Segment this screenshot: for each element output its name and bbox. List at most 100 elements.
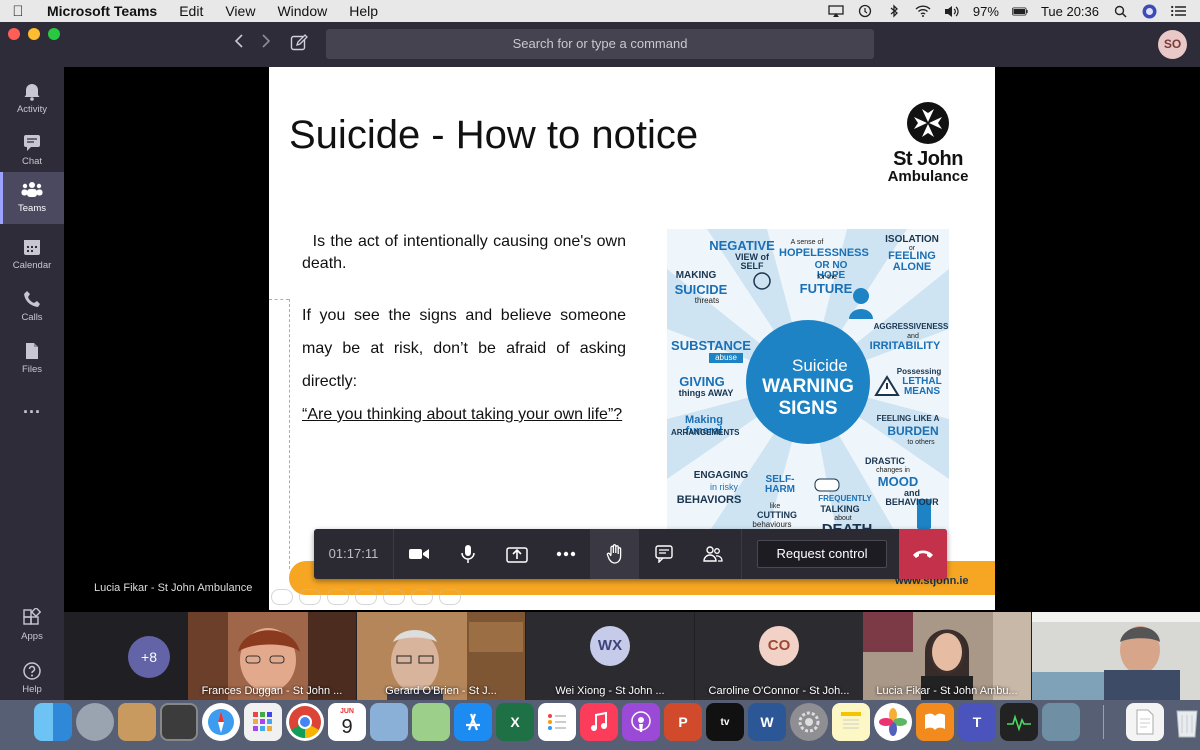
slide-next-button[interactable] [299, 589, 321, 605]
slide-pen-button[interactable] [327, 589, 349, 605]
notification-center-icon[interactable] [1170, 4, 1186, 18]
powerpoint-icon[interactable]: P [664, 703, 702, 741]
rail-item-activity[interactable]: Activity [0, 73, 64, 125]
raise-hand-button[interactable] [590, 529, 639, 579]
siri-icon[interactable] [1141, 4, 1157, 18]
apple-tv-icon[interactable]: tv [706, 703, 744, 741]
menu-edit[interactable]: Edit [168, 3, 214, 19]
reminders-icon[interactable] [538, 703, 576, 741]
dashed-guide-line [289, 299, 290, 569]
menu-view[interactable]: View [214, 3, 266, 19]
window-controls [8, 28, 60, 40]
maps-icon[interactable] [412, 703, 450, 741]
more-actions-button[interactable] [541, 529, 590, 579]
participant-name: Lucia Fikar - St John Ambu... [876, 685, 1018, 697]
excel-icon[interactable]: X [496, 703, 534, 741]
back-arrow-icon[interactable] [233, 32, 245, 55]
participant-name: Frances Duggan - St John ... [201, 685, 343, 697]
photo-booth-icon[interactable] [160, 703, 198, 741]
share-screen-button[interactable] [492, 529, 541, 579]
podcasts-icon[interactable] [622, 703, 660, 741]
airplay-icon[interactable] [828, 4, 844, 18]
photos-icon[interactable] [874, 703, 912, 741]
document-icon[interactable] [1126, 703, 1164, 741]
apple-menu-icon[interactable]:  [0, 3, 36, 20]
slide-more-button[interactable] [439, 589, 461, 605]
contacts-icon[interactable] [118, 703, 156, 741]
menu-app-name[interactable]: Microsoft Teams [36, 3, 168, 19]
volume-icon[interactable] [944, 4, 960, 18]
slide-prev-button[interactable] [271, 589, 293, 605]
rail-item-files[interactable]: Files [0, 333, 64, 385]
participant-tile-lucia-fikar[interactable]: Lucia Fikar - St John Ambu... [863, 612, 1031, 700]
show-participants-button[interactable] [688, 529, 737, 579]
launchpad-grid-icon[interactable] [244, 703, 282, 741]
app-store-icon[interactable] [454, 703, 492, 741]
conversation-icon [654, 545, 673, 563]
bluetooth-icon[interactable] [886, 4, 902, 18]
menu-window[interactable]: Window [266, 3, 338, 19]
time-machine-icon[interactable] [857, 4, 873, 18]
ig-possessing: Possessing [896, 367, 942, 376]
rail-label-apps: Apps [21, 631, 43, 642]
ig-center-suicide: Suicide [792, 356, 848, 375]
ig-frequently: FREQUENTLY [818, 494, 872, 503]
ig-sense-of: A sense of [790, 239, 824, 246]
notes-icon[interactable] [832, 703, 870, 741]
participant-tile-caroline-oconnor[interactable]: CO Caroline O'Connor - St Joh... [695, 612, 863, 700]
menu-help[interactable]: Help [338, 3, 389, 19]
rail-item-teams[interactable]: Teams [0, 172, 64, 224]
minimize-window-button[interactable] [28, 28, 40, 40]
participant-name: Caroline O'Connor - St Joh... [708, 685, 850, 697]
participant-tile-wei-xiong[interactable]: WX Wei Xiong - St John ... [526, 612, 694, 700]
new-chat-compose-icon[interactable] [290, 34, 308, 52]
activity-monitor-icon[interactable] [1000, 703, 1038, 741]
launchpad-icon[interactable] [76, 703, 114, 741]
forward-arrow-icon[interactable] [260, 32, 272, 55]
ig-view-of-self: VIEW of SELF [735, 252, 769, 271]
image-capture-icon[interactable] [1042, 703, 1080, 741]
safari-icon[interactable] [202, 703, 240, 741]
chrome-icon[interactable] [286, 703, 324, 741]
camera-toggle-button[interactable] [394, 529, 443, 579]
rail-item-apps[interactable]: Apps [0, 600, 64, 652]
rail-item-calendar[interactable]: Calendar [0, 229, 64, 281]
slide-subtitle-button[interactable] [411, 589, 433, 605]
close-window-button[interactable] [8, 28, 20, 40]
participant-tile-unnamed[interactable] [1032, 612, 1200, 700]
preview-icon[interactable] [370, 703, 408, 741]
trash-icon[interactable] [1168, 703, 1200, 741]
ig-suicide: SUICIDE [674, 282, 728, 297]
wifi-icon[interactable] [915, 4, 931, 18]
music-icon[interactable] [580, 703, 618, 741]
clock[interactable]: Tue 20:36 [1041, 4, 1099, 19]
microphone-toggle-button[interactable] [443, 529, 492, 579]
participant-tile-frances-duggan[interactable]: Frances Duggan - St John ... [188, 612, 356, 700]
spotlight-search-icon[interactable] [1112, 4, 1128, 18]
profile-avatar[interactable]: SO [1158, 30, 1187, 59]
more-participants-badge[interactable]: +8 [128, 636, 170, 678]
ig-talking: TALKING [820, 504, 860, 514]
rail-item-calls[interactable]: Calls [0, 281, 64, 333]
slide-title: Suicide - How to notice [289, 113, 699, 157]
show-conversation-button[interactable] [639, 529, 688, 579]
books-icon[interactable] [916, 703, 954, 741]
calendar-icon[interactable]: JUN 9 [328, 703, 366, 741]
teams-icon[interactable]: T [958, 703, 996, 741]
rail-item-more[interactable]: ... [0, 389, 64, 441]
participant-tile-gerard-obrien[interactable]: Gerard O'Brien - St J... [357, 612, 525, 700]
rail-item-chat[interactable]: Chat [0, 125, 64, 177]
request-control-button[interactable]: Request control [757, 540, 887, 568]
command-search-input[interactable]: Search for or type a command [326, 29, 874, 59]
slide-grid-button[interactable] [355, 589, 377, 605]
word-icon[interactable]: W [748, 703, 786, 741]
battery-icon[interactable] [1011, 4, 1028, 18]
rail-item-help[interactable]: Help [0, 653, 64, 705]
zoom-window-button[interactable] [48, 28, 60, 40]
system-preferences-icon[interactable] [790, 703, 828, 741]
hang-up-button[interactable] [899, 529, 947, 579]
app-rail: Activity Chat Teams Calendar Calls Files… [0, 67, 64, 700]
call-timer: 01:17:11 [314, 529, 394, 579]
slide-zoom-button[interactable] [383, 589, 405, 605]
finder-icon[interactable] [34, 703, 72, 741]
